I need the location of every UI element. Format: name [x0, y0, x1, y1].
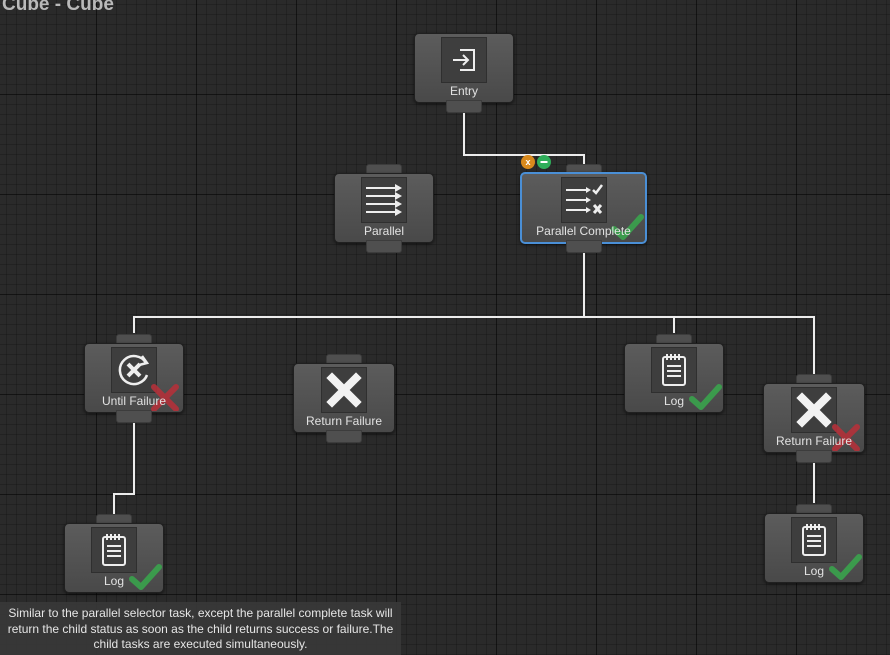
return-failure-output-port[interactable]: [796, 450, 832, 463]
node-label: Log: [663, 394, 685, 408]
node-label: Log: [103, 574, 125, 588]
parallel-node[interactable]: Parallel: [334, 164, 434, 253]
node-label: Entry: [449, 84, 478, 98]
return-failure-node[interactable]: Return Failure: [763, 374, 865, 463]
remove-badge-icon[interactable]: [537, 155, 551, 169]
return-failure-output-port[interactable]: [326, 430, 362, 443]
node-label: Until Failure: [101, 394, 167, 408]
entry-output-port[interactable]: [446, 100, 482, 113]
node-label: Return Failure: [305, 414, 383, 428]
log-node[interactable]: Log: [624, 334, 724, 413]
entry-node[interactable]: Entry: [414, 33, 514, 113]
log-node[interactable]: Log: [764, 504, 864, 583]
parallel-complete-node[interactable]: Parallel Complete: [520, 164, 647, 253]
node-label: Return Failure: [775, 434, 853, 448]
until-failure-output-port[interactable]: [116, 410, 152, 423]
parallel-complete-icon: [560, 177, 607, 223]
node-label: Parallel: [363, 224, 405, 238]
entry-icon: [441, 37, 487, 83]
until-failure-node[interactable]: Until Failure: [84, 334, 184, 423]
parallel-arrows-icon: [361, 177, 407, 223]
return-failure-node[interactable]: Return Failure: [293, 354, 395, 443]
parallel-output-port[interactable]: [366, 240, 402, 253]
abort-badge-icon[interactable]: x: [521, 155, 535, 169]
log-node[interactable]: Log: [64, 514, 164, 593]
task-description-panel: Similar to the parallel selector task, e…: [0, 602, 401, 655]
node-label: Log: [803, 564, 825, 578]
return-failure-icon: [321, 367, 367, 413]
node-label: Parallel Complete: [536, 224, 631, 238]
parallel-complete-output-port[interactable]: [565, 240, 602, 253]
